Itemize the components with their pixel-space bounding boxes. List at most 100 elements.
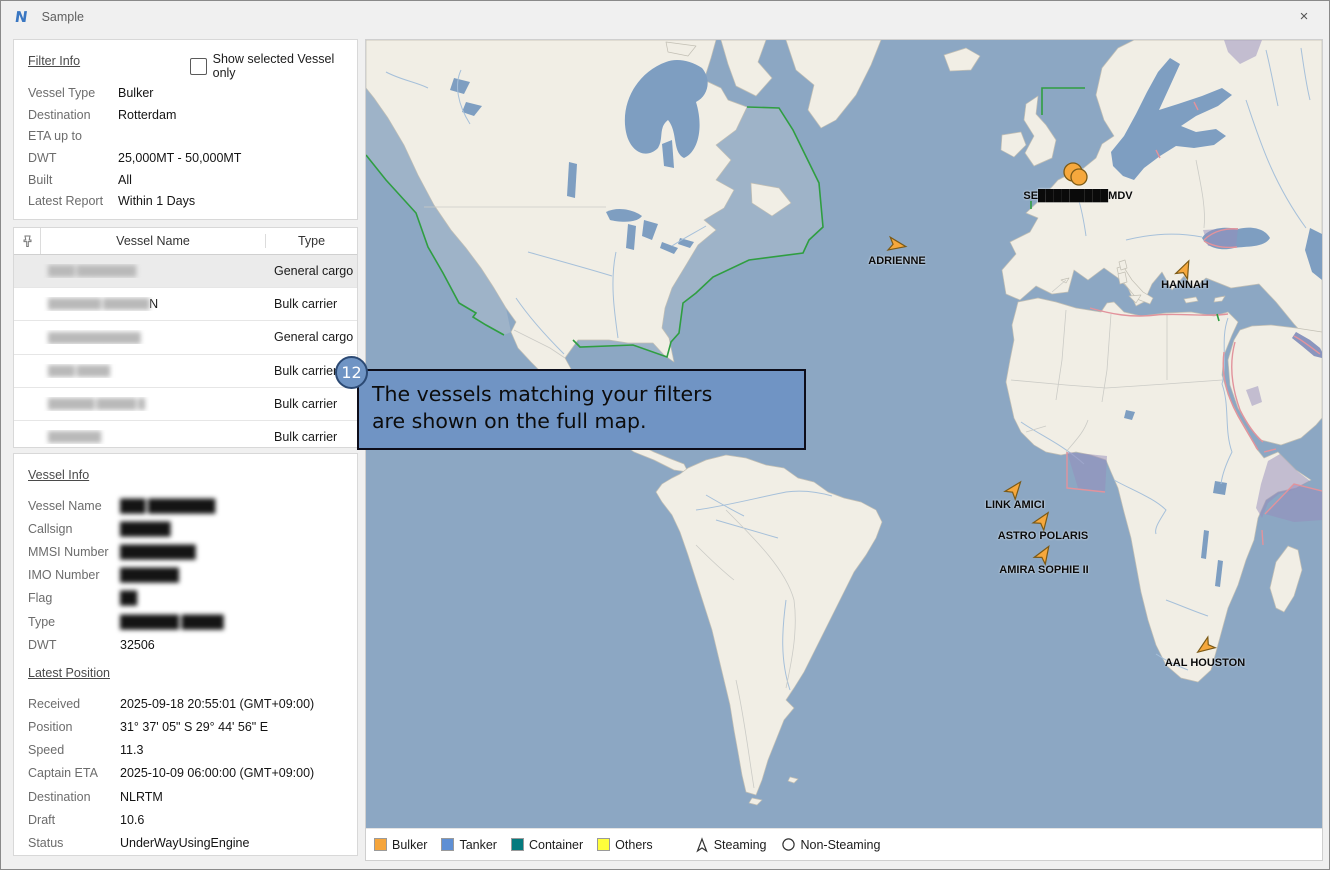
vessel-label: AAL HOUSTON [1165,657,1245,669]
filter-rows: Vessel TypeBulkerDestinationRotterdamETA… [28,82,357,212]
legend-label: Container [529,838,583,852]
legend-item: Others [597,838,653,852]
filter-row: Vessel TypeBulker [28,82,357,104]
legend-label: Bulker [392,838,427,852]
vessel-label: AMIRA SOPHIE II [999,564,1088,576]
app-window: N Sample × Filter Info Show selected Ves… [0,0,1330,870]
pin-icon[interactable] [14,228,41,254]
vessel-info-heading: Vessel Info [28,468,89,482]
legend-item: Tanker [441,838,497,852]
vessel-name-cell: ████ █████████ [40,264,264,278]
info-label: Position [28,720,120,734]
vessel-marker-icon[interactable] [1032,542,1056,566]
vessel-marker-icon[interactable] [885,233,909,257]
info-label: MMSI Number [28,545,120,559]
callout-text-line1: The vessels matching your filters [372,381,804,408]
info-label: DWT [28,638,120,652]
table-row[interactable]: ██████████████General cargo [14,321,357,354]
vessel-label: ASTRO POLARIS [998,530,1088,542]
info-value: UnderWayUsingEngine [120,836,249,850]
close-icon[interactable]: × [1293,6,1315,28]
app-logo-icon: N [14,8,29,26]
vessel-name-suffix: N [149,297,158,311]
info-row: StatusUnderWayUsingEngine [28,831,357,854]
filter-label: Destination [28,108,118,122]
info-label: Destination [28,790,120,804]
vessel-name-cell: ███████ ██████ █ [40,397,264,411]
info-row: Speed11.3 [28,739,357,762]
legend-item: Bulker [374,838,427,852]
vessel-type-cell: Bulk carrier [264,397,357,411]
column-header-type[interactable]: Type [266,234,357,248]
legend-color-swatch [374,838,387,851]
info-value: 2025-10-09 06:00:00 (GMT+09:00) [120,766,314,780]
filter-label: Latest Report [28,194,118,208]
latest-position-rows: Received2025-09-18 20:55:01 (GMT+09:00)P… [28,692,357,854]
table-row[interactable]: ████ █████Bulk carrier [14,355,357,388]
redacted-vessel-name: ███████ ██████ █ [48,399,145,410]
vessel-name-cell: ████████ [40,430,264,444]
info-row: MMSI Number█████████ [28,540,357,563]
vessel-cluster-icon[interactable] [1059,160,1093,194]
callout-text-line2: are shown on the full map. [372,408,804,435]
info-label: IMO Number [28,568,120,582]
info-row: Draft10.6 [28,808,357,831]
filter-info-heading: Filter Info [28,54,80,68]
info-row: IMO Number███████ [28,564,357,587]
info-row: Position31° 37' 05" S 29° 44' 56" E [28,716,357,739]
column-header-vessel-name[interactable]: Vessel Name [41,234,266,248]
table-row[interactable]: ████ █████████General cargo [14,255,357,288]
info-value: 2025-09-18 20:55:01 (GMT+09:00) [120,697,314,711]
info-label: Callsign [28,522,120,536]
legend-steaming: Steaming [695,837,767,853]
info-label: Draft [28,813,120,827]
legend-color-swatch [441,838,454,851]
vessel-cluster-label: SE█████████MDV [1023,190,1132,202]
vessel-marker-icon[interactable] [1031,508,1055,532]
info-row: Received2025-09-18 20:55:01 (GMT+09:00) [28,692,357,715]
redacted-value: ██████ [120,522,170,536]
table-row[interactable]: ███████ ██████ █ Bulk carrier [14,388,357,421]
info-label: Captain ETA [28,766,120,780]
checkbox-label: Show selected Vessel only [213,52,357,80]
title-bar: N Sample × [1,1,1329,33]
table-row[interactable]: ████████Bulk carrier [14,421,357,454]
vessel-marker-icon[interactable] [1193,635,1217,659]
filter-row: Latest ReportWithin 1 Days [28,190,357,212]
vessel-type-cell: Bulk carrier [264,430,357,444]
tutorial-callout: The vessels matching your filters are sh… [357,369,806,450]
redacted-value: ██ [120,591,137,605]
table-row[interactable]: ████████ ███████NBulk carrier [14,288,357,321]
filter-value: All [118,173,132,187]
legend-label: Tanker [459,838,497,852]
latest-position-heading: Latest Position [28,666,110,680]
checkbox[interactable] [190,58,207,75]
redacted-vessel-name: ██████████████ [48,333,140,344]
info-row: Vessel Name███ ████████ [28,494,357,517]
vessel-marker-icon[interactable] [1173,257,1197,281]
vessel-name-cell: ████ █████ [40,364,264,378]
info-row: Type███████ █████ [28,610,357,633]
window-title: Sample [42,10,84,24]
vessel-info-rows: Vessel Name███ ████████Callsign██████MMS… [28,494,357,656]
filter-value: Within 1 Days [118,194,195,208]
legend-label: Others [615,838,653,852]
info-label: Status [28,836,120,850]
show-selected-vessel-only[interactable]: Show selected Vessel only [190,52,357,80]
info-row: DestinationNLRTM [28,785,357,808]
info-row: DWT32506 [28,633,357,656]
legend-non-steaming: Non-Steaming [781,837,881,852]
info-value: NLRTM [120,790,163,804]
callout-step-number: 12 [335,356,368,389]
vessel-marker-icon[interactable] [1003,477,1027,501]
vessel-name-cell: ████████ ███████N [40,297,264,311]
legend-color-swatch [597,838,610,851]
filter-label: Vessel Type [28,86,118,100]
info-label: Received [28,697,120,711]
filter-row: DestinationRotterdam [28,104,357,126]
filter-row: DWT25,000MT - 50,000MT [28,147,357,169]
info-label: Type [28,615,120,629]
filter-label: Built [28,173,118,187]
redacted-value: █████████ [120,545,195,559]
info-row: Callsign██████ [28,517,357,540]
